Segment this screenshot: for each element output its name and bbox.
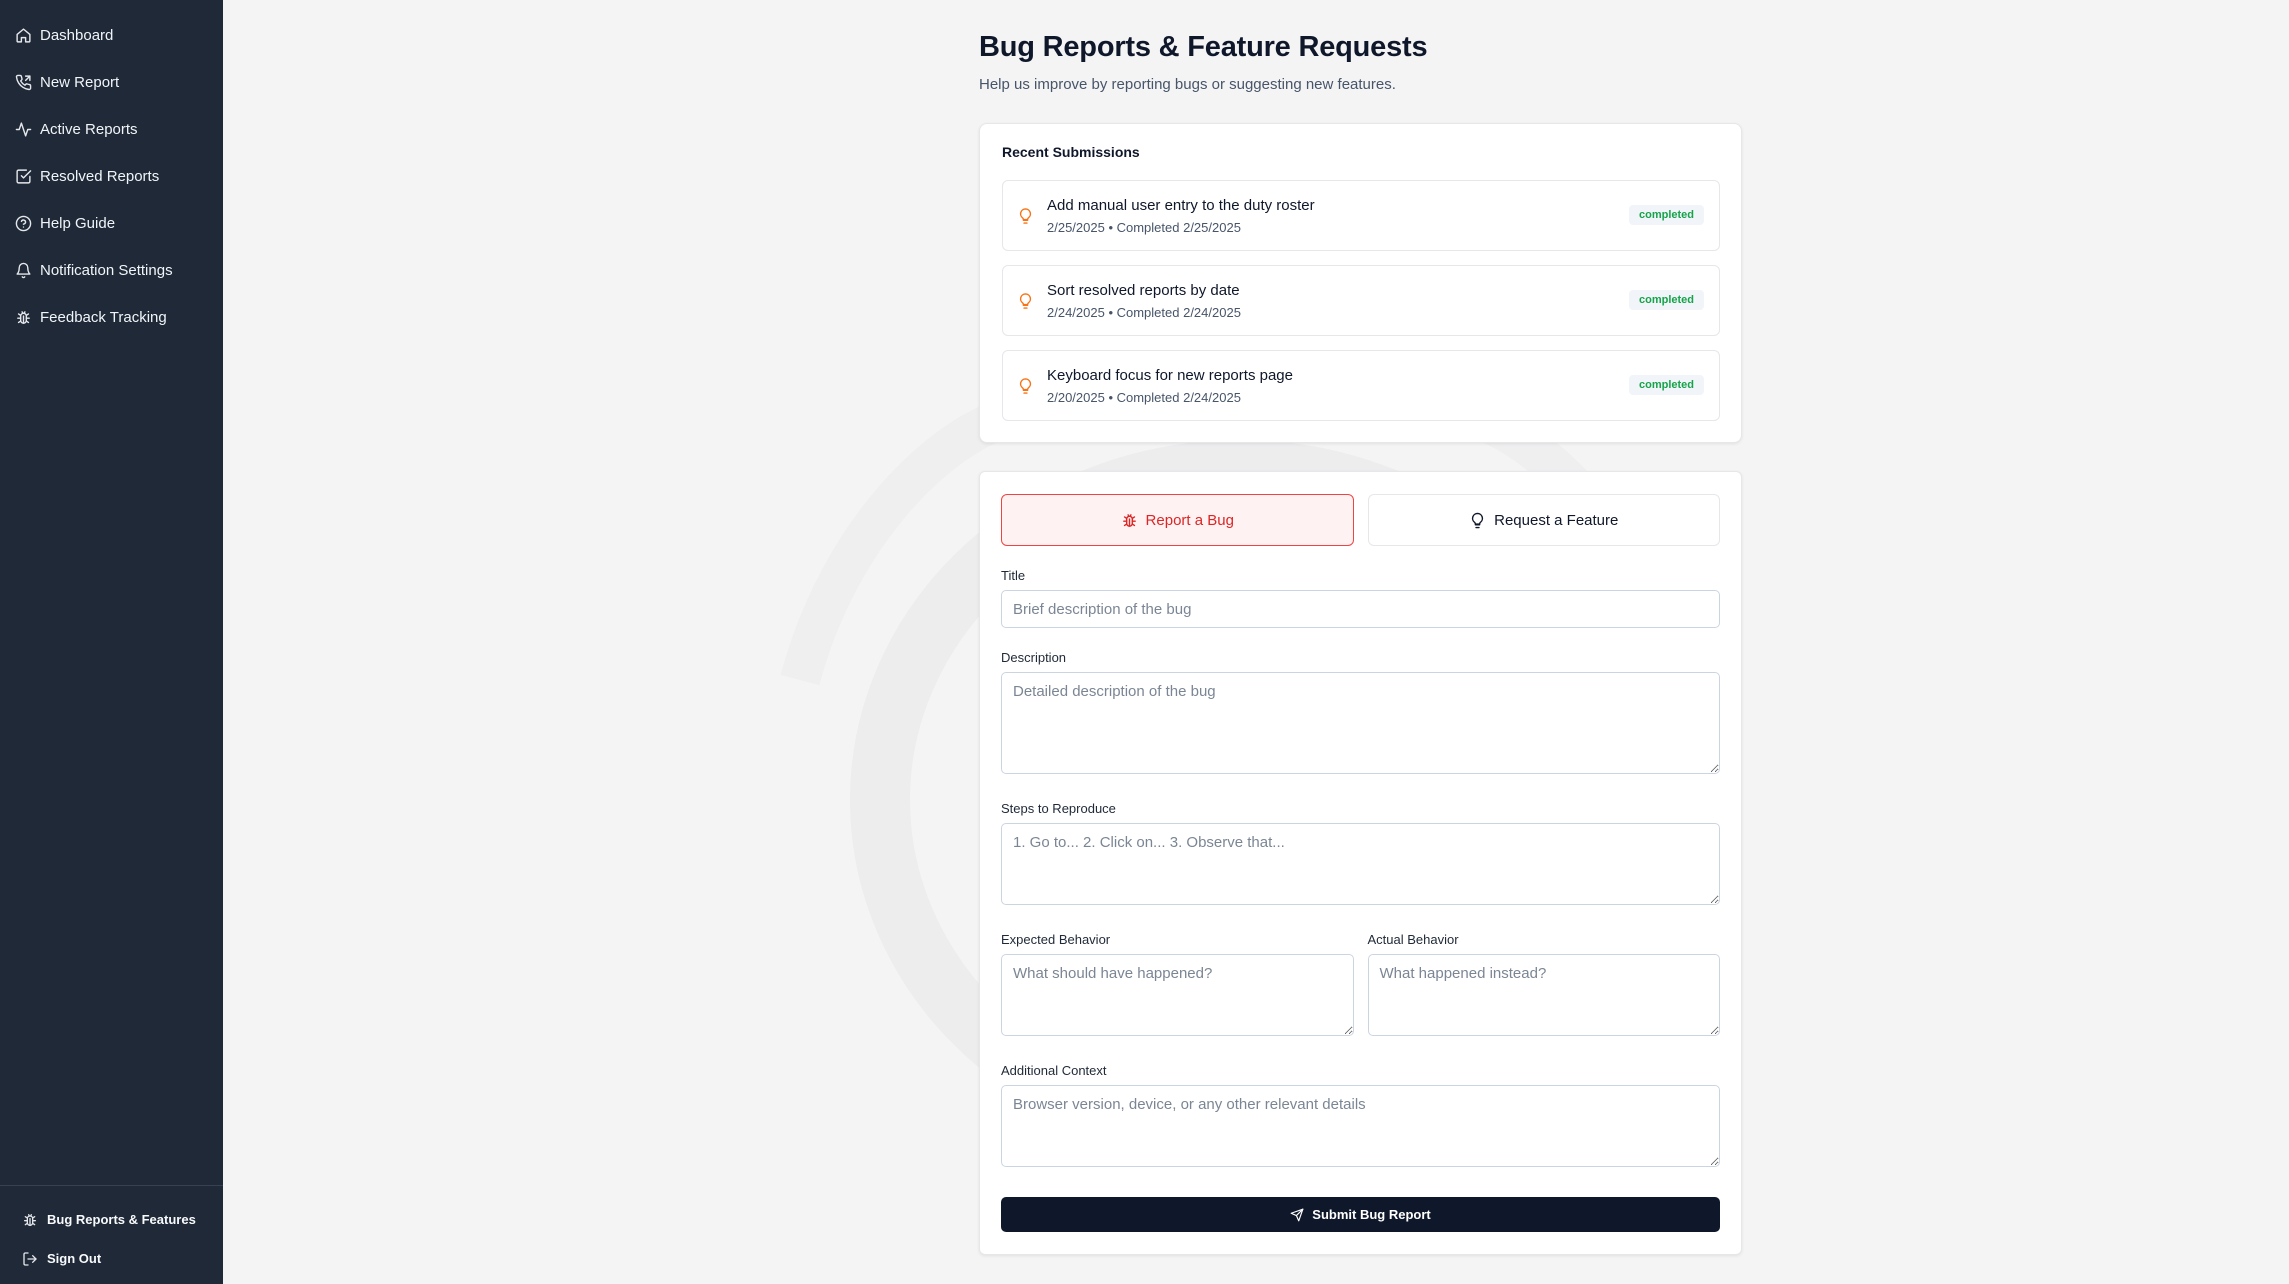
steps-textarea[interactable] (1001, 823, 1720, 905)
submission-item[interactable]: Keyboard focus for new reports page 2/20… (1002, 350, 1720, 421)
sidebar-item-dashboard[interactable]: Dashboard (0, 12, 223, 59)
submission-meta: 2/20/2025 • Completed 2/24/2025 (1047, 389, 1241, 405)
submission-meta: 2/24/2025 • Completed 2/24/2025 (1047, 304, 1241, 320)
status-badge: completed (1628, 290, 1704, 310)
submit-bug-report-button[interactable]: Submit Bug Report (1001, 1197, 1720, 1232)
home-icon (15, 27, 32, 44)
submission-text: Add manual user entry to the duty roster… (1047, 197, 1315, 235)
actual-label: Actual Behavior (1367, 932, 1459, 947)
sidebar-footer: Bug Reports & Features Sign Out (0, 1185, 223, 1284)
submission-item[interactable]: Sort resolved reports by date 2/24/2025 … (1002, 265, 1720, 336)
bug-icon (1121, 512, 1138, 529)
context-field: Additional Context (1001, 1063, 1720, 1172)
help-circle-icon (15, 215, 32, 232)
sidebar-item-label: Active Reports (40, 121, 138, 138)
context-label: Additional Context (1001, 1063, 1107, 1078)
page-title: Bug Reports & Feature Requests (979, 31, 1428, 63)
sidebar-item-label: Notification Settings (40, 262, 173, 279)
sidebar-item-label: Dashboard (40, 27, 114, 44)
lightbulb-icon (1017, 377, 1034, 395)
recent-submissions-title: Recent Submissions (1002, 144, 1140, 160)
report-bug-tab[interactable]: Report a Bug (1001, 494, 1354, 546)
lightbulb-icon (1017, 207, 1034, 225)
submission-title: Add manual user entry to the duty roster (1047, 196, 1315, 214)
title-input[interactable] (1001, 590, 1720, 628)
sidebar-item-label: New Report (40, 74, 120, 91)
expected-textarea[interactable] (1001, 954, 1354, 1036)
context-textarea[interactable] (1001, 1085, 1720, 1167)
status-badge: completed (1628, 205, 1704, 225)
sidebar-item-label: Resolved Reports (40, 168, 160, 185)
sign-out-button[interactable]: Sign Out (0, 1239, 223, 1278)
steps-label: Steps to Reproduce (1001, 801, 1116, 816)
lightbulb-icon (1469, 512, 1486, 529)
submission-title: Keyboard focus for new reports page (1047, 366, 1293, 384)
report-type-toggle: Report a Bug Request a Feature (1001, 494, 1720, 546)
sidebar-item-label: Help Guide (40, 215, 116, 232)
expected-label: Expected Behavior (1001, 932, 1111, 947)
steps-field: Steps to Reproduce (1001, 801, 1720, 910)
sidebar-item-new-report[interactable]: New Report (0, 59, 223, 106)
request-feature-label: Request a Feature (1494, 511, 1619, 529)
sidebar-item-label: Feedback Tracking (40, 309, 167, 326)
sidebar-item-notification-settings[interactable]: Notification Settings (0, 247, 223, 294)
bug-icon (22, 1212, 38, 1228)
check-square-icon (15, 168, 32, 185)
sidebar-item-bug-reports-features[interactable]: Bug Reports & Features (0, 1200, 223, 1239)
report-bug-label: Report a Bug (1145, 511, 1234, 529)
submission-meta: 2/25/2025 • Completed 2/25/2025 (1047, 219, 1241, 235)
submission-text: Sort resolved reports by date 2/24/2025 … (1047, 282, 1241, 320)
sidebar-item-resolved-reports[interactable]: Resolved Reports (0, 153, 223, 200)
bug-report-form: Report a Bug Request a Feature Title Des… (979, 471, 1742, 1255)
behavior-row: Expected Behavior Actual Behavior (1001, 910, 1720, 1041)
sidebar-item-label: Sign Out (47, 1251, 102, 1266)
phone-icon (15, 74, 32, 91)
actual-field: Actual Behavior (1367, 932, 1720, 1041)
sidebar-item-label: Bug Reports & Features (47, 1212, 196, 1227)
description-label: Description (1001, 650, 1067, 665)
main-content: Bug Reports & Feature Requests Help us i… (979, 0, 1742, 1255)
expected-field: Expected Behavior (1001, 932, 1354, 1041)
actual-textarea[interactable] (1367, 954, 1720, 1036)
submission-text: Keyboard focus for new reports page 2/20… (1047, 367, 1293, 405)
sidebar-item-active-reports[interactable]: Active Reports (0, 106, 223, 153)
status-badge: completed (1628, 375, 1704, 395)
sidebar: Dashboard New Report Active Reports Reso… (0, 0, 223, 1284)
send-icon (1290, 1208, 1304, 1222)
page-subtitle: Help us improve by reporting bugs or sug… (979, 76, 1396, 93)
log-out-icon (22, 1251, 38, 1267)
title-field: Title (1001, 568, 1720, 628)
submission-item[interactable]: Add manual user entry to the duty roster… (1002, 180, 1720, 251)
sidebar-item-feedback-tracking[interactable]: Feedback Tracking (0, 294, 223, 341)
bug-icon (15, 309, 32, 326)
sidebar-nav: Dashboard New Report Active Reports Reso… (0, 0, 223, 341)
request-feature-tab[interactable]: Request a Feature (1367, 494, 1720, 546)
submission-title: Sort resolved reports by date (1047, 281, 1240, 299)
submit-label: Submit Bug Report (1312, 1207, 1431, 1222)
lightbulb-icon (1017, 292, 1034, 310)
bell-icon (15, 262, 32, 279)
activity-icon (15, 121, 32, 138)
title-label: Title (1001, 568, 1026, 583)
description-field: Description (1001, 650, 1720, 779)
sidebar-item-help-guide[interactable]: Help Guide (0, 200, 223, 247)
recent-submissions-card: Recent Submissions Add manual user entry… (979, 123, 1742, 443)
description-textarea[interactable] (1001, 672, 1720, 774)
